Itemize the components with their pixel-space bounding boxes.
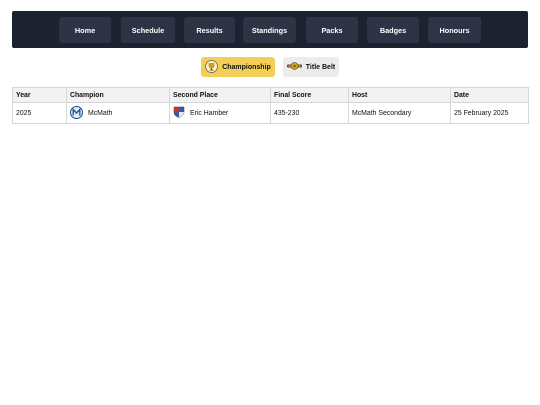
table-header-row: Year Champion Second Place Final Score H…: [12, 87, 529, 103]
cell-champion: McMath: [66, 102, 170, 124]
nav-honours-button[interactable]: Honours: [428, 17, 481, 43]
nav-badges-button[interactable]: Badges: [367, 17, 419, 43]
nav-home-button[interactable]: Home: [59, 17, 111, 43]
cell-host: McMath Secondary: [348, 102, 451, 124]
column-header-host: Host: [348, 87, 451, 103]
championship-toggle-label: Championship: [222, 63, 271, 71]
cell-year: 2025: [12, 102, 67, 124]
cell-second-place: Eric Hamber: [169, 102, 271, 124]
title-belt-toggle-label: Title Belt: [305, 63, 336, 71]
nav-schedule-button[interactable]: Schedule: [121, 17, 175, 43]
cell-date: 25 February 2025: [450, 102, 529, 124]
column-header-date: Date: [450, 87, 529, 103]
honours-table: Year Champion Second Place Final Score H…: [12, 87, 529, 124]
mcmath-logo-icon: [69, 105, 84, 121]
column-header-second-place: Second Place: [169, 87, 271, 103]
eric-hamber-logo-icon: [173, 106, 185, 120]
trophy-icon: [205, 59, 219, 75]
column-header-year: Year: [12, 87, 67, 103]
championship-toggle[interactable]: Championship: [201, 57, 275, 77]
cell-final-score: 435-230: [270, 102, 349, 124]
table-row: 2025 McMath Eric Hamber 435-230 McMath S…: [12, 102, 529, 124]
top-navigation-bar: Home Schedule Results Standings Packs Ba…: [12, 11, 528, 48]
title-belt-toggle[interactable]: Title Belt: [283, 57, 339, 77]
champion-name: McMath: [88, 109, 113, 117]
column-header-champion: Champion: [66, 87, 170, 103]
belt-icon: [286, 61, 302, 73]
second-place-name: Eric Hamber: [190, 109, 229, 117]
nav-packs-button[interactable]: Packs: [306, 17, 358, 43]
column-header-final-score: Final Score: [270, 87, 349, 103]
nav-results-button[interactable]: Results: [184, 17, 235, 43]
nav-standings-button[interactable]: Standings: [243, 17, 296, 43]
